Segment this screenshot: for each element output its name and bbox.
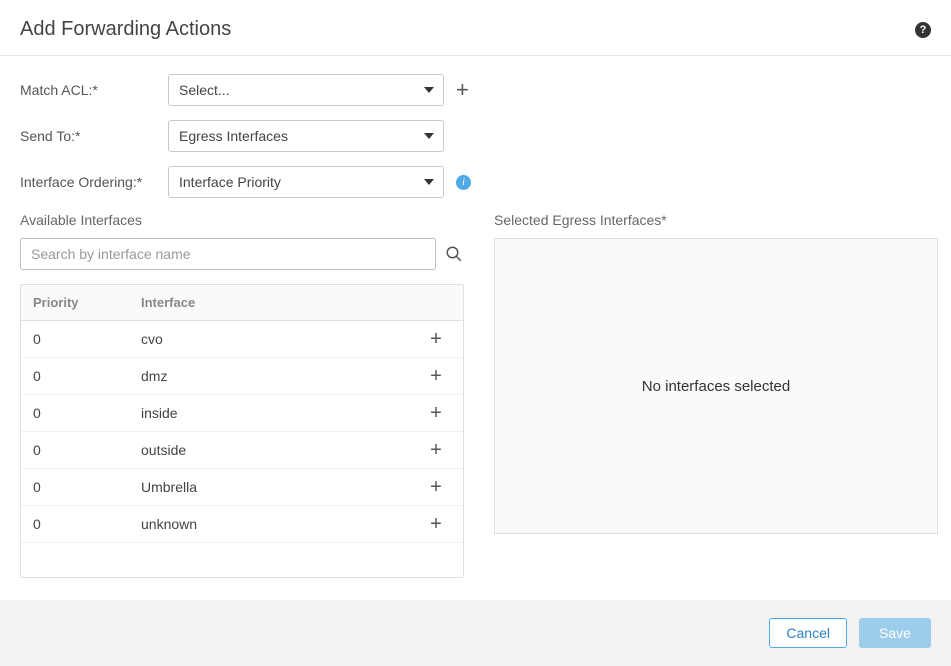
send-to-select[interactable]: Egress Interfaces xyxy=(168,120,444,152)
col-header-interface: Interface xyxy=(141,295,421,310)
selected-interfaces-box: No interfaces selected xyxy=(494,238,938,534)
table-row: 0 outside + xyxy=(21,432,463,469)
table-row-spacer xyxy=(21,543,463,577)
match-acl-label: Match ACL:* xyxy=(20,82,168,98)
interface-ordering-label: Interface Ordering:* xyxy=(20,174,168,190)
dialog-footer: Cancel Save xyxy=(0,600,951,666)
interfaces-dual-pane: Available Interfaces Priority Interface xyxy=(20,212,931,578)
save-button[interactable]: Save xyxy=(859,618,931,648)
interface-ordering-row: Interface Ordering:* Interface Priority … xyxy=(20,166,931,198)
interface-search-input[interactable] xyxy=(20,238,436,270)
table-row: 0 Umbrella + xyxy=(21,469,463,506)
cell-interface: unknown xyxy=(141,516,421,532)
add-interface-icon[interactable]: + xyxy=(421,477,451,497)
send-to-row: Send To:* Egress Interfaces xyxy=(20,120,931,152)
cell-priority: 0 xyxy=(33,479,141,495)
cell-priority: 0 xyxy=(33,405,141,421)
dialog-header: Add Forwarding Actions ? xyxy=(0,0,951,56)
table-body: 0 cvo + 0 dmz + 0 inside + xyxy=(21,321,463,577)
dialog-title: Add Forwarding Actions xyxy=(20,18,231,41)
add-interface-icon[interactable]: + xyxy=(421,403,451,423)
cell-priority: 0 xyxy=(33,331,141,347)
cell-interface: inside xyxy=(141,405,421,421)
cell-interface: outside xyxy=(141,442,421,458)
available-interfaces-title: Available Interfaces xyxy=(20,212,464,228)
send-to-label: Send To:* xyxy=(20,128,168,144)
add-interface-icon[interactable]: + xyxy=(421,329,451,349)
table-row: 0 unknown + xyxy=(21,506,463,543)
search-row xyxy=(20,238,464,270)
dialog-body: Match ACL:* Select... + Send To:* Egress… xyxy=(0,56,951,600)
cell-priority: 0 xyxy=(33,516,141,532)
cell-interface: Umbrella xyxy=(141,479,421,495)
help-icon[interactable]: ? xyxy=(915,22,931,38)
selected-empty-text: No interfaces selected xyxy=(642,378,790,395)
table-header: Priority Interface xyxy=(21,285,463,321)
add-interface-icon[interactable]: + xyxy=(421,514,451,534)
info-icon[interactable]: i xyxy=(456,175,471,190)
available-interfaces-pane: Available Interfaces Priority Interface xyxy=(20,212,464,578)
col-header-priority: Priority xyxy=(33,295,141,310)
search-icon[interactable] xyxy=(444,244,464,264)
match-acl-row: Match ACL:* Select... + xyxy=(20,74,931,106)
interface-ordering-select[interactable]: Interface Priority xyxy=(168,166,444,198)
add-acl-icon[interactable]: + xyxy=(456,79,469,101)
add-forwarding-actions-dialog: Add Forwarding Actions ? Match ACL:* Sel… xyxy=(0,0,951,666)
match-acl-select[interactable]: Select... xyxy=(168,74,444,106)
add-interface-icon[interactable]: + xyxy=(421,440,451,460)
selected-interfaces-pane: Selected Egress Interfaces* No interface… xyxy=(494,212,938,578)
selected-interfaces-title: Selected Egress Interfaces* xyxy=(494,212,938,228)
cell-interface: cvo xyxy=(141,331,421,347)
cell-priority: 0 xyxy=(33,368,141,384)
table-row: 0 inside + xyxy=(21,395,463,432)
available-interfaces-table: Priority Interface 0 cvo + 0 dmz xyxy=(20,284,464,578)
cell-priority: 0 xyxy=(33,442,141,458)
cell-interface: dmz xyxy=(141,368,421,384)
add-interface-icon[interactable]: + xyxy=(421,366,451,386)
cancel-button[interactable]: Cancel xyxy=(769,618,847,648)
table-row: 0 cvo + xyxy=(21,321,463,358)
table-row: 0 dmz + xyxy=(21,358,463,395)
